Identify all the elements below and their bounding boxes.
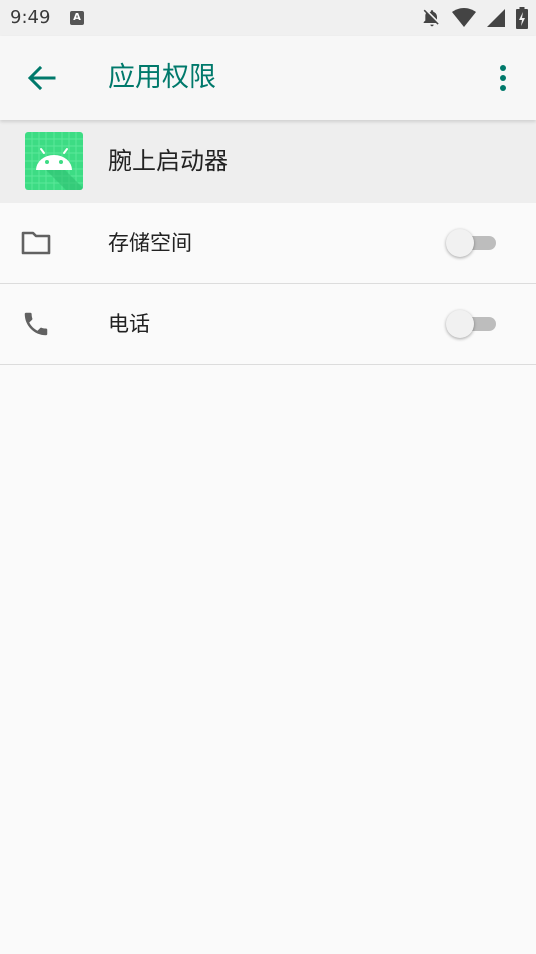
status-time: 9:49 bbox=[10, 7, 51, 28]
permission-label: 电话 bbox=[108, 312, 150, 336]
status-icons bbox=[422, 7, 528, 29]
permission-label: 存储空间 bbox=[108, 231, 192, 255]
permission-list: 存储空间 电话 bbox=[0, 203, 536, 365]
more-vert-icon[interactable] bbox=[492, 62, 514, 94]
app-name: 腕上启动器 bbox=[108, 147, 228, 175]
a-letter-icon: A bbox=[70, 11, 84, 25]
notifications-off-icon bbox=[423, 9, 439, 27]
phone-toggle[interactable] bbox=[446, 309, 498, 339]
wifi-icon bbox=[452, 8, 476, 27]
folder-icon bbox=[21, 231, 51, 255]
arrow-back-icon[interactable] bbox=[26, 64, 56, 92]
cell-signal-icon bbox=[487, 9, 505, 27]
switch-thumb bbox=[446, 229, 474, 257]
battery-charging-icon bbox=[516, 7, 528, 29]
app-header: 腕上启动器 bbox=[0, 120, 536, 203]
phone-icon bbox=[24, 312, 48, 336]
permission-row-storage[interactable]: 存储空间 bbox=[0, 203, 536, 284]
android-app-icon bbox=[25, 132, 83, 190]
app-bar: 应用权限 bbox=[0, 36, 536, 120]
switch-thumb bbox=[446, 310, 474, 338]
storage-toggle[interactable] bbox=[446, 228, 498, 258]
status-bar: 9:49 A bbox=[0, 0, 536, 36]
permission-row-phone[interactable]: 电话 bbox=[0, 284, 536, 365]
page-title: 应用权限 bbox=[108, 62, 216, 93]
